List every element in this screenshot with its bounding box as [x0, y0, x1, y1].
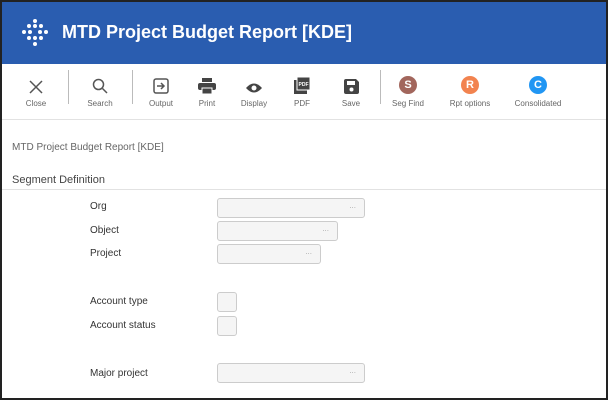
- consolidated-label: Consolidated: [514, 99, 562, 108]
- close-label: Close: [25, 99, 47, 108]
- major-project-label: Major project: [90, 368, 148, 379]
- save-label: Save: [341, 99, 361, 108]
- app-window: MTD Project Budget Report [KDE] Close Se…: [0, 0, 608, 400]
- display-icon: [246, 83, 262, 93]
- rpt-options-label: Rpt options: [449, 99, 491, 108]
- pdf-icon-text: PDF: [299, 82, 309, 88]
- consolidated-icon: C: [529, 76, 547, 94]
- pdf-icon: PDF: [294, 77, 310, 94]
- display-button[interactable]: Display: [236, 64, 272, 120]
- seg-find-icon: S: [399, 76, 417, 94]
- major-project-lookup-button[interactable]: ...: [349, 366, 356, 375]
- print-label: Print: [198, 99, 216, 108]
- project-label: Project: [90, 248, 122, 259]
- project-lookup-button[interactable]: ...: [305, 247, 312, 256]
- toolbar-separator: [68, 70, 69, 104]
- seg-find-button[interactable]: S Seg Find: [390, 64, 426, 120]
- pdf-button[interactable]: PDF PDF: [287, 64, 317, 120]
- seg-find-label: Seg Find: [391, 99, 425, 108]
- account-type-field[interactable]: [217, 292, 237, 312]
- object-input[interactable]: ...: [217, 221, 338, 241]
- search-icon: [92, 78, 108, 94]
- pdf-label: PDF: [294, 99, 310, 108]
- search-label: Search: [87, 99, 113, 108]
- object-label: Object: [90, 225, 119, 236]
- save-icon: [343, 79, 359, 94]
- app-title: MTD Project Budget Report [KDE]: [62, 22, 352, 42]
- toolbar-separator: [380, 70, 381, 104]
- display-label: Display: [240, 99, 268, 108]
- account-status-field[interactable]: [217, 316, 237, 336]
- project-input[interactable]: ...: [217, 244, 321, 264]
- object-lookup-button[interactable]: ...: [322, 224, 329, 233]
- logo-icon: [22, 19, 48, 46]
- toolbar-separator: [132, 70, 133, 104]
- org-input[interactable]: ...: [217, 198, 365, 218]
- print-button[interactable]: Print: [192, 64, 222, 120]
- major-project-input[interactable]: ...: [217, 363, 365, 383]
- output-label: Output: [148, 99, 173, 108]
- output-icon: [153, 78, 169, 94]
- close-button[interactable]: Close: [20, 64, 52, 120]
- consolidated-button[interactable]: C Consolidated: [512, 64, 564, 120]
- print-icon: [198, 78, 216, 94]
- rpt-options-button[interactable]: R Rpt options: [446, 64, 494, 120]
- output-button[interactable]: Output: [145, 64, 177, 120]
- toolbar: Close Search Output Print Display PDF PD…: [2, 64, 606, 120]
- org-lookup-button[interactable]: ...: [349, 201, 356, 210]
- save-button[interactable]: Save: [336, 64, 366, 120]
- breadcrumb: MTD Project Budget Report [KDE]: [12, 142, 164, 153]
- rpt-options-icon: R: [461, 76, 479, 94]
- search-button[interactable]: Search: [82, 64, 118, 120]
- account-status-label: Account status: [90, 320, 156, 331]
- close-icon: [29, 80, 43, 94]
- section-title: Segment Definition: [12, 174, 105, 186]
- section-divider: [2, 189, 606, 190]
- account-type-label: Account type: [90, 296, 148, 307]
- title-bar: MTD Project Budget Report [KDE]: [2, 2, 606, 64]
- org-label: Org: [90, 201, 107, 212]
